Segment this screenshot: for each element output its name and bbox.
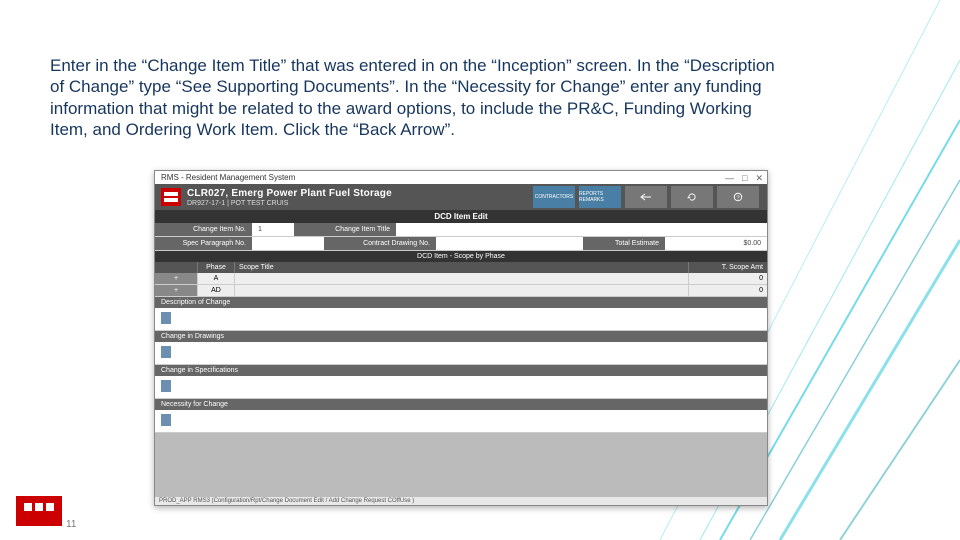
status-bar: PROD_APP RMS3 (Configuration/Rpt/Change … xyxy=(155,496,767,505)
contractors-button[interactable]: CONTRACTORS xyxy=(533,186,575,208)
change-item-title-label: Change Item Title xyxy=(294,223,396,236)
edit-icon[interactable] xyxy=(161,414,171,426)
window-min-icon[interactable]: — xyxy=(725,173,734,184)
grid-row: + A 0 xyxy=(155,273,767,285)
grid-header: Phase Scope Title T. Scope Amt xyxy=(155,262,767,273)
grid-row: + AD 0 xyxy=(155,285,767,297)
change-in-specifications-input[interactable] xyxy=(155,376,767,398)
col-scope-title: Scope Title xyxy=(235,262,689,273)
window-title-text: RMS - Resident Management System xyxy=(161,173,295,182)
section-necessity-for-change: Necessity for Change xyxy=(155,399,767,410)
contract-drawing-label: Contract Drawing No. xyxy=(324,237,436,250)
back-arrow-icon xyxy=(640,192,652,202)
tab-label: DCD Item Edit xyxy=(155,210,767,223)
spec-paragraph-label: Spec Paragraph No. xyxy=(155,237,252,250)
edit-icon[interactable] xyxy=(161,346,171,358)
project-title: CLR027, Emerg Power Plant Fuel Storage xyxy=(187,188,392,199)
col-scope-amt: T. Scope Amt xyxy=(689,262,767,273)
edit-icon[interactable] xyxy=(161,380,171,392)
change-in-drawings-input[interactable] xyxy=(155,342,767,364)
instruction-text: Enter in the “Change Item Title” that wa… xyxy=(50,55,790,140)
row-add-button[interactable]: + xyxy=(155,285,198,296)
row-add-button[interactable]: + xyxy=(155,273,198,284)
usace-badge xyxy=(16,496,62,534)
form-area: Change Item No. 1 Change Item Title Spec… xyxy=(155,223,767,251)
window-max-icon[interactable]: □ xyxy=(742,173,747,184)
necessity-for-change-input[interactable] xyxy=(155,410,767,432)
total-estimate-value: $0.00 xyxy=(665,237,767,250)
total-estimate-label: Total Estimate xyxy=(583,237,665,250)
reports-button[interactable]: REPORTS REMARKS xyxy=(579,186,621,208)
app-header: CLR027, Emerg Power Plant Fuel Storage D… xyxy=(155,184,767,210)
screenshot-window: RMS - Resident Management System — □ ✕ C… xyxy=(154,170,768,506)
change-item-no-label: Change Item No. xyxy=(155,223,252,236)
svg-text:?: ? xyxy=(736,196,739,202)
scope-header: DCD Item - Scope by Phase xyxy=(155,251,767,262)
section-change-in-specifications: Change in Specifications xyxy=(155,365,767,376)
section-description-of-change: Description of Change xyxy=(155,297,767,308)
description-of-change-input[interactable] xyxy=(155,308,767,330)
page-number: 11 xyxy=(66,519,76,530)
usace-logo xyxy=(161,188,181,206)
help-button[interactable]: ? xyxy=(717,186,759,208)
col-phase: Phase xyxy=(198,262,235,273)
section-change-in-drawings: Change in Drawings xyxy=(155,331,767,342)
spec-paragraph-input[interactable] xyxy=(252,237,324,250)
refresh-icon xyxy=(686,192,698,202)
help-icon: ? xyxy=(732,192,744,202)
window-titlebar: RMS - Resident Management System — □ ✕ xyxy=(155,171,767,184)
contract-drawing-input[interactable] xyxy=(436,237,583,250)
edit-icon[interactable] xyxy=(161,312,171,324)
back-arrow-button[interactable] xyxy=(625,186,667,208)
project-subtitle: DR927-17-1 | POT TEST CRUIS xyxy=(187,200,392,207)
window-close-icon[interactable]: ✕ xyxy=(755,173,763,184)
refresh-button[interactable] xyxy=(671,186,713,208)
change-item-no-value: 1 xyxy=(252,223,294,236)
change-item-title-input[interactable] xyxy=(396,223,767,236)
